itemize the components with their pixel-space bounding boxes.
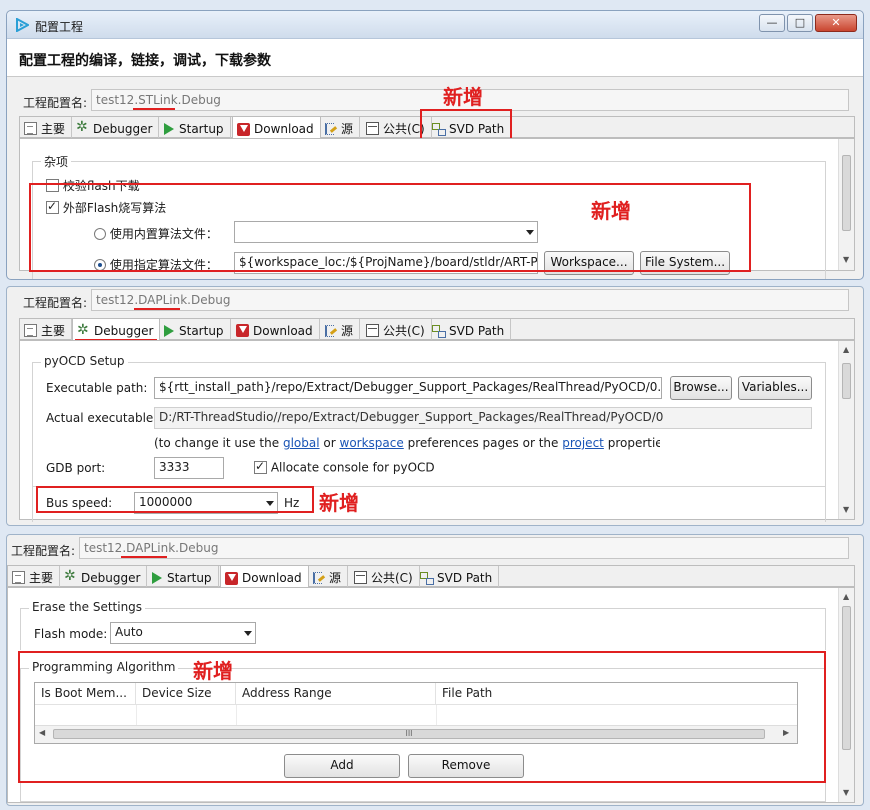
- dialog-header: 配置工程的编译，链接，调试，下载参数: [7, 39, 863, 77]
- main-tab-icon: [24, 324, 37, 337]
- daplink-download-panel: 工程配置名: test12.DAPLink.Debug 主要 Debugger …: [6, 534, 864, 806]
- configure-project-window: 配置工程 — □ ✕ 配置工程的编译，链接，调试，下载参数 工程配置名: tes…: [6, 10, 864, 280]
- misc-group-title: 杂项: [41, 153, 72, 170]
- annotation-new-label: 新增: [443, 85, 483, 109]
- title-bar: 配置工程 — □ ✕: [7, 11, 863, 39]
- tab-source[interactable]: 源: [308, 566, 349, 587]
- tab-main[interactable]: 主要: [8, 566, 61, 587]
- tab-bar: 主要 Debugger Startup Download 源 公共(C) SVD…: [19, 318, 855, 341]
- tab-debugger[interactable]: Debugger: [60, 566, 148, 587]
- tab-main[interactable]: 主要: [20, 117, 73, 138]
- minimize-button[interactable]: —: [759, 14, 785, 32]
- annotation-underline: [121, 556, 167, 558]
- startup-tab-icon: [162, 122, 175, 135]
- vertical-scrollbar[interactable]: ▼: [838, 139, 854, 270]
- annotation-box: [36, 486, 314, 513]
- common-tab-icon: [366, 122, 379, 135]
- tab-common[interactable]: 公共(C): [362, 319, 432, 340]
- tab-bar: 主要 Debugger Startup Download 源 公共(C) SVD…: [7, 565, 855, 588]
- daplink-debugger-panel: 工程配置名: test12.DAPLink.Debug 主要 Debugger …: [6, 286, 864, 526]
- startup-tab-icon: [150, 571, 163, 584]
- flash-mode-label: Flash mode:: [34, 627, 108, 641]
- tab-startup[interactable]: Startup: [158, 117, 231, 138]
- gdb-port-input[interactable]: 3333: [154, 457, 224, 479]
- workspace-link[interactable]: workspace: [340, 436, 404, 450]
- annotation-underline: [134, 308, 180, 310]
- maximize-button[interactable]: □: [787, 14, 813, 32]
- dialog-header-text: 配置工程的编译，链接，调试，下载参数: [19, 53, 271, 69]
- scroll-down-icon[interactable]: ▼: [843, 505, 849, 514]
- config-name-label: 工程配置名:: [23, 296, 88, 310]
- svd-tab-icon: [432, 324, 446, 338]
- source-tab-icon: [312, 571, 325, 584]
- allocate-console-label: Allocate console for pyOCD: [270, 460, 435, 475]
- common-tab-icon: [354, 571, 367, 584]
- scroll-up-icon[interactable]: ▲: [843, 592, 849, 601]
- scrollbar-thumb[interactable]: [842, 606, 851, 750]
- flash-mode-select[interactable]: Auto: [110, 622, 256, 644]
- annotation-new-label: 新增: [193, 659, 233, 683]
- source-tab-icon: [324, 122, 337, 135]
- close-button[interactable]: ✕: [815, 14, 857, 32]
- variables-button[interactable]: Variables...: [738, 376, 812, 400]
- main-tab-icon: [12, 571, 25, 584]
- chevron-down-icon: [244, 631, 252, 636]
- config-name-field[interactable]: test12.DAPLink.Debug: [79, 537, 849, 559]
- tab-download[interactable]: Download: [232, 116, 321, 139]
- annotation-underline: [133, 108, 175, 110]
- global-link[interactable]: global: [283, 436, 320, 450]
- tab-debugger[interactable]: Debugger: [72, 318, 161, 341]
- vertical-scrollbar[interactable]: ▲ ▼: [838, 341, 854, 519]
- browse-button[interactable]: Browse...: [670, 376, 732, 400]
- tab-common[interactable]: 公共(C): [350, 566, 420, 587]
- download-tab-icon: [225, 571, 238, 585]
- tab-download[interactable]: Download: [232, 319, 320, 340]
- annotation-new-label: 新增: [319, 491, 359, 515]
- pyocd-setup-title: pyOCD Setup: [41, 354, 128, 368]
- tab-startup[interactable]: Startup: [146, 566, 219, 587]
- tab-svd-path[interactable]: SVD Path: [416, 566, 500, 587]
- tab-source[interactable]: 源: [320, 117, 361, 138]
- main-tab-icon: [24, 122, 37, 135]
- actual-executable-label: Actual executable:: [46, 411, 158, 425]
- allocate-console-checkbox[interactable]: [254, 459, 267, 474]
- tab-debugger[interactable]: Debugger: [72, 117, 160, 138]
- scrollbar-thumb[interactable]: [842, 155, 851, 231]
- config-name-label: 工程配置名:: [11, 544, 76, 558]
- config-name-field[interactable]: test12.DAPLink.Debug: [91, 289, 849, 311]
- debugger-tab-icon: [77, 322, 90, 338]
- debugger-tab-icon: [76, 119, 89, 135]
- scroll-down-icon[interactable]: ▼: [843, 788, 849, 797]
- scroll-down-icon[interactable]: ▼: [843, 255, 849, 264]
- scrollbar-thumb[interactable]: [842, 363, 851, 399]
- window-title: 配置工程: [35, 20, 84, 34]
- allocate-console-option[interactable]: Allocate console for pyOCD: [254, 459, 435, 475]
- svd-tab-icon: [420, 571, 434, 585]
- executable-path-label: Executable path:: [46, 381, 148, 395]
- tab-main[interactable]: 主要: [20, 319, 73, 340]
- tab-download[interactable]: Download: [220, 565, 309, 588]
- erase-settings-title: Erase the Settings: [29, 600, 146, 614]
- tab-startup[interactable]: Startup: [158, 319, 231, 340]
- actual-executable-field: D:/RT-ThreadStudio//repo/Extract/Debugge…: [154, 407, 812, 429]
- tab-svd-path[interactable]: SVD Path: [428, 319, 512, 340]
- download-tab-icon: [236, 324, 249, 337]
- annotation-box: [29, 183, 751, 272]
- common-tab-icon: [366, 324, 379, 337]
- app-logo-icon: [16, 18, 29, 32]
- annotation-box: [18, 651, 826, 783]
- annotation-new-label: 新增: [591, 199, 631, 223]
- scroll-up-icon[interactable]: ▲: [843, 345, 849, 354]
- debugger-tab-icon: [64, 568, 77, 584]
- tab-source[interactable]: 源: [320, 319, 361, 340]
- source-tab-icon: [324, 324, 337, 337]
- project-link[interactable]: project: [562, 436, 604, 450]
- gdb-port-label: GDB port:: [46, 461, 106, 475]
- executable-path-input[interactable]: ${rtt_install_path}/repo/Extract/Debugge…: [154, 377, 662, 399]
- vertical-scrollbar[interactable]: ▲ ▼: [838, 588, 854, 802]
- config-name-label: 工程配置名:: [23, 96, 88, 110]
- startup-tab-icon: [162, 324, 175, 337]
- preferences-hint: (to change it use the global or workspac…: [154, 436, 660, 450]
- download-tab-icon: [237, 122, 250, 136]
